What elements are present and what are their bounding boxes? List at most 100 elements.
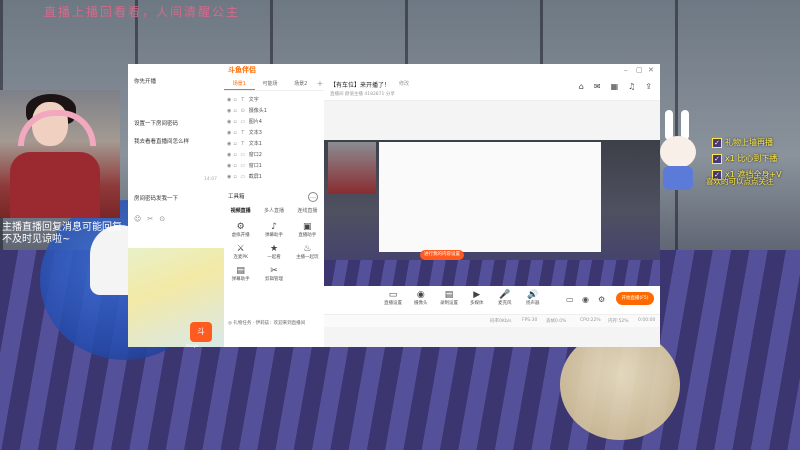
source-row[interactable]: ◉ ▫ ▭ 图片4 bbox=[224, 116, 324, 127]
room-title[interactable]: 【有车位】来开播了！ bbox=[330, 80, 390, 89]
tool-label: 主播一起玩 bbox=[296, 255, 319, 260]
lock-icon[interactable]: ▫ bbox=[233, 130, 236, 136]
screen-icon[interactable]: ▭ bbox=[566, 295, 574, 304]
webcam-feed bbox=[0, 90, 120, 218]
tool-watch-together[interactable]: ★ 一起看 bbox=[257, 244, 290, 260]
camera-button[interactable]: ◉ 摄像头 bbox=[414, 290, 428, 306]
control-panel: 斗鱼伴侣 场景1 可能场 场景2 + ◉ ▫ T 文字 ◉ ▫ ⊙ 摄像头1 ◉ ▫ ▭ 图片4 … bbox=[224, 64, 325, 347]
eye-icon[interactable]: ◉ bbox=[227, 152, 231, 158]
bunny-sticker bbox=[655, 110, 700, 190]
tool-play-together[interactable]: ♨ 主播一起玩 bbox=[291, 244, 324, 260]
window-titlebar: – ▢ ✕ bbox=[324, 64, 660, 76]
close-icon[interactable]: ✕ bbox=[648, 66, 654, 74]
tool-virtual-live[interactable]: ⚙ 虚拟开播 bbox=[224, 222, 257, 238]
game-icon: ♨ bbox=[303, 244, 312, 254]
chat-message: 房间密码发我一下 bbox=[134, 196, 179, 202]
start-live-button[interactable]: 开始直播(F5) bbox=[616, 292, 654, 305]
tool-label: 一起看 bbox=[267, 255, 281, 260]
eye-icon[interactable]: ◉ bbox=[227, 141, 231, 147]
tool-danmaku[interactable]: ♪ 弹幕助手 bbox=[257, 222, 290, 238]
source-type-icon: ⊙ bbox=[240, 107, 245, 114]
microphone-button[interactable]: 🎤 麦克风 bbox=[498, 290, 512, 306]
eye-icon[interactable]: ◉ bbox=[227, 174, 231, 180]
preview-webcam bbox=[328, 142, 376, 194]
source-row[interactable]: ◉ ▫ T 文本1 bbox=[224, 138, 324, 149]
settings-icon[interactable]: ⚙ bbox=[598, 295, 605, 304]
message-icon[interactable]: ✉ bbox=[594, 82, 601, 91]
eye-icon[interactable]: ◉ bbox=[227, 163, 231, 169]
source-type-icon: T bbox=[241, 129, 245, 136]
source-label: 图片4 bbox=[248, 119, 262, 125]
source-list: ◉ ▫ T 文字 ◉ ▫ ⊙ 摄像头1 ◉ ▫ ▭ 图片4 ◉ ▫ T 文本3 ◉ ▫ T 文本1 ◉ ▫ ▭ 窗口… bbox=[224, 94, 324, 182]
eye-icon[interactable]: ◉ bbox=[227, 119, 231, 125]
record-settings-button[interactable]: ▤ 录制设置 bbox=[440, 290, 458, 306]
tool-pk[interactable]: ⚔ 连麦PK bbox=[224, 244, 257, 260]
douyu-logo-text: douyu bbox=[186, 343, 199, 348]
record-icon: ▤ bbox=[444, 290, 454, 300]
task-item: ✓ 礼物上墙再播 bbox=[712, 137, 790, 148]
live-settings-button[interactable]: ▭ 直播设置 bbox=[384, 290, 402, 306]
speaker-icon: 🔊 bbox=[527, 290, 539, 300]
source-row[interactable]: ◉ ▫ ▭ 窗口2 bbox=[224, 149, 324, 160]
lock-icon[interactable]: ▫ bbox=[233, 174, 236, 180]
room-header: 【有车位】来开播了！ 修改 直播间 颜值主播 4182871 分享 ⌂ ✉ ▦ … bbox=[324, 76, 660, 101]
tab-scene-1[interactable]: 场景1 bbox=[224, 78, 255, 90]
source-row[interactable]: ◉ ▫ ▭ 窗口1 bbox=[224, 160, 324, 171]
room-subtitle: 直播间 颜值主播 4182871 分享 bbox=[330, 92, 395, 97]
lock-icon[interactable]: ▫ bbox=[233, 97, 236, 103]
media-button[interactable]: ▶ 多媒体 bbox=[470, 290, 484, 306]
source-label: 截屏1 bbox=[248, 174, 262, 180]
tool-danmaku-2[interactable]: ▤ 弹幕助手 bbox=[224, 266, 257, 282]
minimize-icon[interactable]: – bbox=[624, 66, 628, 74]
lock-icon[interactable]: ▫ bbox=[233, 119, 236, 125]
tab-video-live[interactable]: 视频直播 bbox=[231, 207, 251, 214]
virtual-icon: ⚙ bbox=[236, 222, 245, 232]
room-icons: ⌂ ✉ ▦ ♫ ⇪ bbox=[579, 82, 652, 91]
bottom-toolbar: ▭ 直播设置 ◉ 摄像头 ▤ 录制设置 ▶ 多媒体 🎤 麦克风 🔊 扬声器 ▭ ◉ ⚙ 开始… bbox=[324, 286, 660, 314]
emoji-icon[interactable]: ☺ bbox=[134, 215, 141, 223]
chat-message: 设置一下房间密码 bbox=[134, 121, 179, 127]
tab-scene-2[interactable]: 场景2 bbox=[285, 78, 316, 90]
tab-link-live[interactable]: 连线直播 bbox=[297, 207, 317, 214]
speaker-button[interactable]: 🔊 扬声器 bbox=[526, 290, 540, 306]
more-icon[interactable]: ⊙ bbox=[159, 215, 165, 223]
lock-icon[interactable]: ▫ bbox=[233, 163, 236, 169]
home-icon[interactable]: ⌂ bbox=[579, 82, 584, 91]
lock-icon[interactable]: ▫ bbox=[233, 152, 236, 158]
tool-clip[interactable]: ✂ 剪辑管理 bbox=[257, 266, 290, 282]
share-icon[interactable]: ⇪ bbox=[645, 82, 652, 91]
task-label: 礼物上墙再播 bbox=[725, 138, 773, 147]
source-label: 窗口1 bbox=[248, 163, 262, 169]
tool-label: 剪辑管理 bbox=[264, 277, 283, 282]
tab-multi-live[interactable]: 多人直播 bbox=[264, 207, 284, 214]
tool-label: 连麦PK bbox=[233, 255, 248, 260]
scene-tabs: 场景1 可能场 场景2 + bbox=[224, 78, 324, 91]
source-row[interactable]: ◉ ▫ T 文本3 bbox=[224, 127, 324, 138]
tool-live-assistant[interactable]: ▣ 直播助手 bbox=[291, 222, 324, 238]
webcam-icon[interactable]: ◉ bbox=[582, 295, 589, 304]
eye-icon[interactable]: ◉ bbox=[227, 97, 231, 103]
lock-icon[interactable]: ▫ bbox=[233, 141, 236, 147]
source-row[interactable]: ◉ ▫ T 文字 bbox=[224, 94, 324, 105]
room-edit-link[interactable]: 修改 bbox=[399, 80, 409, 87]
more-icon[interactable]: … bbox=[308, 192, 318, 202]
eye-icon[interactable]: ◉ bbox=[227, 130, 231, 136]
lock-icon[interactable]: ▫ bbox=[233, 108, 236, 114]
list-icon: ▤ bbox=[236, 266, 245, 276]
tab-scene-alt[interactable]: 可能场 bbox=[255, 78, 286, 90]
maximize-icon[interactable]: ▢ bbox=[636, 66, 643, 74]
grid-icon[interactable]: ▦ bbox=[611, 82, 619, 91]
source-row[interactable]: ◉ ▫ ▭ 截屏1 bbox=[224, 171, 324, 182]
eye-icon[interactable]: ◉ bbox=[227, 108, 231, 114]
scissors-icon[interactable]: ✂ bbox=[147, 215, 153, 223]
webcam-body bbox=[10, 152, 100, 218]
add-scene-button[interactable]: + bbox=[316, 78, 324, 90]
source-label: 文本3 bbox=[248, 130, 262, 136]
check-icon: ✓ bbox=[712, 137, 722, 148]
chat-message: 你先开播 bbox=[134, 79, 157, 85]
status-cpu: CPU:22% bbox=[580, 318, 601, 323]
status-dropped: 丢帧0.0% bbox=[546, 319, 567, 324]
overlay-side-caption: 主播直播回复消息可能回复不及时见谅啦~ bbox=[2, 222, 122, 245]
music-icon[interactable]: ♫ bbox=[628, 82, 635, 91]
source-row[interactable]: ◉ ▫ ⊙ 摄像头1 bbox=[224, 105, 324, 116]
